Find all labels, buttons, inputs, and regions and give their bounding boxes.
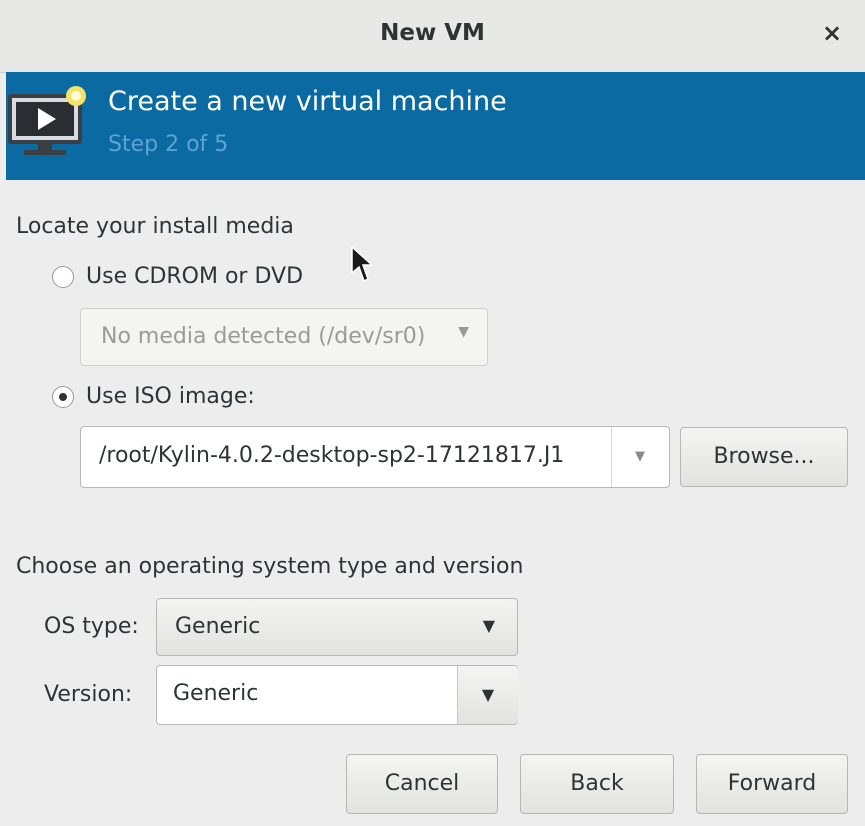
close-icon[interactable]: ×: [817, 18, 847, 48]
os-heading: Choose an operating system type and vers…: [16, 554, 524, 579]
version-input[interactable]: Generic: [173, 681, 258, 706]
wizard-step-indicator: Step 2 of 5: [108, 132, 229, 157]
install-media-heading: Locate your install media: [16, 214, 294, 239]
iso-path-input[interactable]: /root/Kylin-4.0.2-desktop-sp2-17121817.J…: [99, 443, 607, 473]
os-type-dropdown[interactable]: Generic ▼: [156, 598, 518, 656]
cdrom-radio-label[interactable]: Use CDROM or DVD: [86, 264, 303, 289]
wizard-title: Create a new virtual machine: [108, 86, 507, 117]
window-titlebar: New VM ×: [0, 0, 865, 73]
iso-history-dropdown-icon[interactable]: ▼: [611, 427, 669, 487]
iso-path-combo: /root/Kylin-4.0.2-desktop-sp2-17121817.J…: [80, 426, 670, 488]
cdrom-device-value: No media detected (/dev/sr0): [101, 324, 426, 349]
mouse-pointer-icon: [351, 245, 372, 283]
back-button[interactable]: Back: [520, 754, 674, 814]
iso-radio-label[interactable]: Use ISO image:: [86, 384, 255, 409]
window-title: New VM: [380, 20, 485, 46]
os-type-value: Generic: [175, 614, 261, 639]
forward-button[interactable]: Forward: [696, 754, 848, 814]
wizard-header: Create a new virtual machine Step 2 of 5: [6, 72, 865, 180]
chevron-down-icon: ▼: [482, 616, 495, 635]
version-label: Version:: [44, 682, 133, 707]
browse-button[interactable]: Browse...: [680, 427, 848, 487]
cdrom-radio[interactable]: [52, 266, 74, 288]
version-combo: Generic ▼: [156, 665, 518, 725]
os-type-label: OS type:: [44, 614, 139, 639]
iso-radio[interactable]: [52, 386, 74, 408]
virtual-machine-icon: [8, 86, 86, 155]
cancel-button[interactable]: Cancel: [346, 754, 498, 814]
cdrom-device-select: No media detected (/dev/sr0) ▼: [80, 308, 488, 366]
chevron-down-icon: ▼: [458, 324, 469, 340]
version-dropdown-button[interactable]: ▼: [457, 666, 518, 724]
